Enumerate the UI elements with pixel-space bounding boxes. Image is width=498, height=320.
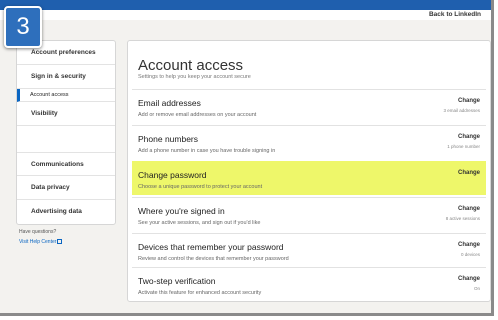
setting-title: Devices that remember your password — [138, 242, 284, 252]
sidebar-item-data-privacy[interactable]: Data privacy — [17, 176, 115, 200]
sidebar-card: Account preferences Sign in & security A… — [16, 40, 116, 225]
sidebar-item-visibility[interactable]: Visibility — [17, 102, 115, 126]
help-center-link-label[interactable]: Visit Help Center — [19, 239, 56, 245]
setting-description: See your active sessions, and sign out i… — [138, 220, 261, 226]
setting-description: Add a phone number in case you have trou… — [138, 148, 276, 154]
app-frame: Back to LinkedIn Account preferences Sig… — [0, 0, 494, 316]
back-to-linkedin-link[interactable]: Back to LinkedIn — [429, 11, 481, 18]
sidebar-subitem-account-access[interactable]: Account access — [17, 89, 115, 102]
sidebar-item-sign-in-security[interactable]: Sign in & security — [17, 65, 115, 89]
change-button[interactable]: Change — [458, 206, 480, 212]
external-link-icon — [57, 239, 63, 245]
change-button[interactable]: Change — [458, 276, 480, 282]
setting-title: Change password — [138, 170, 207, 180]
setting-row-phone-numbers[interactable]: Phone numbers Add a phone number in case… — [132, 125, 486, 159]
setting-description: Choose a unique password to protect your… — [138, 184, 263, 190]
top-bar — [0, 0, 491, 10]
settings-sidebar: Account preferences Sign in & security A… — [16, 40, 116, 245]
setting-row-two-step-verification[interactable]: Two-step verification Activate this feat… — [132, 267, 486, 301]
sidebar-item-advertising-data[interactable]: Advertising data — [17, 200, 115, 224]
setting-description: Add or remove email addresses on your ac… — [138, 112, 257, 118]
setting-title: Email addresses — [138, 98, 201, 108]
sidebar-item-communications[interactable]: Communications — [17, 152, 115, 176]
setting-description: Activate this feature for enhanced accou… — [138, 290, 262, 296]
page-title: Account access — [138, 57, 244, 74]
change-button[interactable]: Change — [458, 98, 480, 104]
setting-row-where-signed-in[interactable]: Where you're signed in See your active s… — [132, 197, 486, 231]
account-access-panel: Account access Settings to help you keep… — [127, 40, 491, 302]
step-number-badge: 3 — [4, 6, 42, 48]
setting-title: Where you're signed in — [138, 206, 225, 216]
setting-title: Phone numbers — [138, 134, 199, 144]
setting-description: Review and control the devices that reme… — [138, 256, 289, 262]
help-center-link[interactable]: Visit Help Center — [16, 239, 116, 245]
setting-row-email-addresses[interactable]: Email addresses Add or remove email addr… — [132, 89, 486, 123]
change-button[interactable]: Change — [458, 242, 480, 248]
page-subtitle: Settings to help you keep your account s… — [138, 74, 251, 80]
setting-title: Two-step verification — [138, 276, 216, 286]
setting-meta: 8 active sessions — [445, 216, 480, 221]
change-button[interactable]: Change — [458, 170, 480, 176]
help-question: Have questions? — [19, 229, 57, 235]
setting-meta: On — [473, 286, 480, 291]
change-button[interactable]: Change — [458, 134, 480, 140]
setting-meta: 1 phone number — [447, 144, 480, 149]
setting-row-change-password[interactable]: Change password Choose a unique password… — [132, 161, 486, 195]
setting-row-remembered-devices[interactable]: Devices that remember your password Revi… — [132, 233, 486, 267]
setting-meta: 3 email addresses — [443, 108, 480, 113]
setting-meta: 0 devices — [460, 252, 480, 257]
header-strip — [0, 10, 491, 20]
